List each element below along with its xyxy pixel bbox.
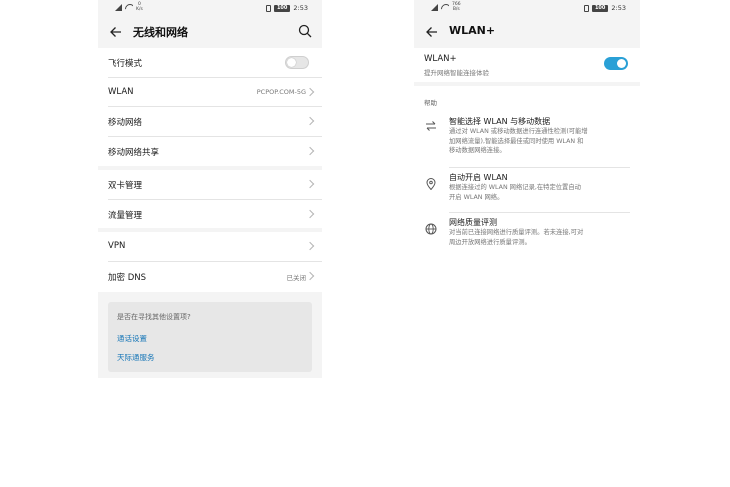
wlan-plus-screen: 766 B/s 100 2:53 WLAN+ WLAN+ 提升网络智能连接体验 … xyxy=(414,0,640,264)
chevron-right-icon xyxy=(305,87,315,96)
help-item-title: 智能选择 WLAN 与移动数据 xyxy=(449,117,551,126)
wlan-plus-subtitle: 提升网络智能连接体验 xyxy=(424,69,489,77)
clock: 2:53 xyxy=(611,4,626,12)
data-usage-row[interactable]: 流量管理 xyxy=(108,200,322,230)
status-bar-right: 100 2:53 xyxy=(265,4,308,12)
suggestion-card: 是否在寻找其他设置项? 通话设置 天际通服务 xyxy=(108,302,312,372)
battery-icon: 100 xyxy=(591,4,609,12)
help-divider xyxy=(449,167,630,168)
battery-icon: 100 xyxy=(273,4,291,12)
network-speed-unit: K/s xyxy=(136,6,143,12)
row-label: 飞行模式 xyxy=(108,59,143,69)
title-bar: WLAN+ xyxy=(414,16,640,48)
tethering-row[interactable]: 移动网络共享 xyxy=(108,137,322,167)
dual-sim-row[interactable]: 双卡管理 xyxy=(108,170,322,200)
help-desc-line: 根据连接过的 WLAN 网络记录,在特定位置自动 xyxy=(449,184,581,191)
wlan-plus-setting[interactable]: WLAN+ 提升网络智能连接体验 xyxy=(414,48,640,82)
network-speed: 0 K/s xyxy=(136,2,143,12)
back-arrow-icon[interactable] xyxy=(425,25,439,39)
wifi-signal-icon xyxy=(125,4,133,11)
help-desc-line: 移动数据网络连接。 xyxy=(449,147,506,154)
status-bar-left: 0 K/s xyxy=(115,2,143,12)
row-value: PCPOP.COM-5G xyxy=(256,87,306,96)
help-item-description: 对当前已连接网络进行质量评测。若未连接,可对 周边开放网络进行质量评测。 xyxy=(449,228,629,247)
row-label: 加密 DNS xyxy=(108,272,147,283)
help-item-description: 根据连接过的 WLAN 网络记录,在特定位置自动 开启 WLAN 网络。 xyxy=(449,183,629,202)
search-icon[interactable] xyxy=(298,24,312,38)
settings-group-connections: 飞行模式 WLAN PCPOP.COM-5G 移动网络 移动网络共享 xyxy=(98,48,322,166)
row-label: WLAN xyxy=(108,86,134,97)
mobile-network-row[interactable]: 移动网络 xyxy=(108,107,322,137)
help-desc-line: 对当前已连接网络进行质量评测。若未连接,可对 xyxy=(449,229,584,236)
row-label: 流量管理 xyxy=(108,210,143,221)
title-bar: 无线和网络 xyxy=(98,16,322,48)
location-pin-icon xyxy=(426,178,436,190)
help-item-description: 通过对 WLAN 或移动数据进行连通性检测(可能增 加网络流量),智能选择最佳或… xyxy=(449,127,629,156)
page-title: 无线和网络 xyxy=(133,26,188,39)
network-speed: 766 B/s xyxy=(452,2,461,12)
row-label: 双卡管理 xyxy=(108,181,143,191)
vibrate-icon xyxy=(265,4,271,12)
help-item-title: 网络质量评测 xyxy=(449,218,497,227)
cellular-signal-icon xyxy=(115,4,122,11)
wlan-row[interactable]: WLAN PCPOP.COM-5G xyxy=(108,78,322,107)
status-bar: 0 K/s 100 2:53 xyxy=(98,0,322,16)
status-bar-left: 766 B/s xyxy=(431,2,461,12)
row-label: 移动网络共享 xyxy=(108,147,160,158)
globe-icon xyxy=(425,223,437,235)
help-desc-line: 加网络流量),智能选择最佳或同时使用 WLAN 和 xyxy=(449,137,584,145)
help-divider xyxy=(449,212,630,213)
settings-group-sim: 双卡管理 流量管理 xyxy=(98,170,322,228)
status-bar: 766 B/s 100 2:53 xyxy=(414,0,640,16)
wlan-plus-toggle[interactable] xyxy=(604,57,628,70)
call-settings-link[interactable]: 通话设置 xyxy=(117,333,147,344)
help-desc-line: 周边开放网络进行质量评测。 xyxy=(449,238,531,246)
page-title: WLAN+ xyxy=(449,24,496,37)
help-desc-line: 通过对 WLAN 或移动数据进行连通性检测(可能增 xyxy=(449,128,588,135)
chevron-right-icon xyxy=(305,116,315,126)
encrypted-dns-row[interactable]: 加密 DNS 已关闭 xyxy=(108,262,322,292)
chevron-right-icon xyxy=(305,209,315,218)
network-speed-unit: B/s xyxy=(452,6,460,12)
help-item-title: 自动开启 WLAN xyxy=(449,173,508,182)
airplane-mode-row[interactable]: 飞行模式 xyxy=(108,48,322,78)
clock: 2:53 xyxy=(293,4,308,12)
suggestion-question: 是否在寻找其他设置项? xyxy=(117,313,191,321)
chevron-right-icon xyxy=(305,146,315,155)
screenshot-canvas: 0 K/s 100 2:53 无线和网络 飞行模式 WLAN PCPOP.COM… xyxy=(0,0,730,487)
help-heading: 帮助 xyxy=(424,99,437,107)
wifi-signal-icon xyxy=(441,4,449,11)
chevron-right-icon xyxy=(305,241,315,251)
vpn-row[interactable]: VPN xyxy=(108,232,322,262)
swap-arrows-icon xyxy=(426,121,436,131)
status-bar-right: 100 2:53 xyxy=(583,4,626,12)
chevron-right-icon xyxy=(305,179,315,189)
vibrate-icon xyxy=(583,4,589,12)
chevron-right-icon xyxy=(305,271,315,280)
row-value: 已关闭 xyxy=(286,273,307,282)
airplane-mode-toggle[interactable] xyxy=(285,56,309,69)
back-arrow-icon[interactable] xyxy=(109,25,123,39)
skytone-service-link[interactable]: 天际通服务 xyxy=(117,352,155,363)
wireless-networks-screen: 0 K/s 100 2:53 无线和网络 飞行模式 WLAN PCPOP.COM… xyxy=(98,0,322,378)
help-section: 帮助 智能选择 WLAN 与移动数据 通过对 WLAN 或移动数据进行连通性检测… xyxy=(414,86,640,264)
row-label: 移动网络 xyxy=(108,118,143,128)
help-desc-line: 开启 WLAN 网络。 xyxy=(449,193,504,201)
settings-group-security: VPN 加密 DNS 已关闭 xyxy=(98,232,322,292)
cellular-signal-icon xyxy=(431,4,438,11)
wlan-plus-title: WLAN+ xyxy=(424,54,457,64)
row-label: VPN xyxy=(108,241,126,251)
